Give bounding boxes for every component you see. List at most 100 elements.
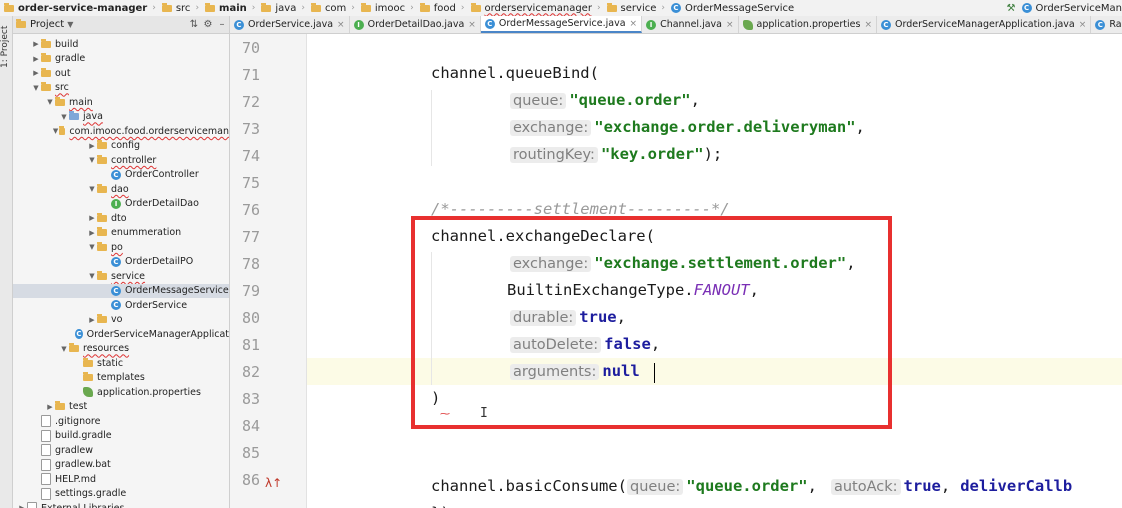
- folder-icon: [55, 96, 65, 106]
- hammer-icon[interactable]: ⚒: [1007, 3, 1016, 14]
- breadcrumb-item[interactable]: com ›: [307, 2, 357, 14]
- tree-item[interactable]: ▼ java: [13, 110, 229, 125]
- tree-item[interactable]: C OrderController: [13, 168, 229, 183]
- breadcrumb-item[interactable]: src ›: [158, 2, 201, 14]
- tree-item[interactable]: ▼ main: [13, 95, 229, 110]
- tree-item[interactable]: I OrderDetailDao: [13, 197, 229, 212]
- chevron-right-icon[interactable]: ▶: [87, 229, 97, 237]
- tree-item[interactable]: gradlew: [13, 443, 229, 458]
- code-line-87: }): [307, 500, 1122, 508]
- tool-window-stripe: 1: Project: [0, 16, 13, 508]
- editor-tab[interactable]: C OrderMessageService.java ×: [480, 16, 643, 33]
- chevron-down-icon[interactable]: ▼: [87, 156, 97, 164]
- chevron-down-icon[interactable]: ▼: [31, 84, 41, 92]
- tree-item[interactable]: C OrderDetailPO: [13, 255, 229, 270]
- editor-tab[interactable]: C OrderService.java ×: [230, 16, 350, 33]
- folder-icon: [261, 2, 272, 12]
- editor-tab[interactable]: CRabbitConfig.java×: [1091, 16, 1122, 33]
- string-literal: "queue.order": [686, 477, 808, 495]
- breadcrumb-item[interactable]: order-service-manager ›: [0, 2, 158, 14]
- chevron-right-icon[interactable]: ▶: [31, 55, 41, 63]
- tree-item[interactable]: ▼ service: [13, 269, 229, 284]
- close-icon[interactable]: ×: [630, 19, 638, 29]
- tree-item[interactable]: ▼ src: [13, 81, 229, 96]
- chevron-right-icon[interactable]: ▶: [31, 40, 41, 48]
- tree-item[interactable]: .gitignore: [13, 414, 229, 429]
- folder-icon: [97, 270, 107, 280]
- chevron-down-icon[interactable]: ▼: [87, 243, 97, 251]
- tree-item[interactable]: ▶ vo: [13, 313, 229, 328]
- breadcrumb-item[interactable]: imooc ›: [357, 2, 416, 14]
- tree-item[interactable]: ▶ enummeration: [13, 226, 229, 241]
- breadcrumb-label: service: [620, 2, 657, 14]
- tree-item[interactable]: gradlew.bat: [13, 458, 229, 473]
- chevron-down-icon[interactable]: ▼: [45, 98, 55, 106]
- param-hint: queue:: [510, 93, 567, 109]
- chevron-down-icon[interactable]: ▼: [87, 185, 97, 193]
- gradle-file-icon: [41, 487, 51, 500]
- tree-item[interactable]: C OrderServiceManagerApplicat: [13, 327, 229, 342]
- tree-item[interactable]: templates: [13, 371, 229, 386]
- breadcrumb-item[interactable]: food ›: [416, 2, 467, 14]
- gear-icon[interactable]: ⚙: [201, 19, 215, 30]
- project-tool-button[interactable]: 1: Project: [0, 22, 12, 72]
- tree-item-label: controller: [111, 154, 157, 166]
- breadcrumb-item[interactable]: orderservicemanager ›: [467, 2, 603, 14]
- tree-item[interactable]: C OrderMessageService: [13, 283, 229, 298]
- tree-item[interactable]: ▶ build: [13, 37, 229, 52]
- breadcrumb-item[interactable]: C OrderMessageService: [667, 3, 796, 14]
- navbar-run-config[interactable]: ⚒ C OrderServiceMan: [1002, 0, 1122, 16]
- tree-item[interactable]: ▼ resources: [13, 342, 229, 357]
- close-icon[interactable]: ×: [726, 20, 734, 30]
- editor-tab[interactable]: I OrderDetailDao.java ×: [350, 16, 481, 33]
- editor-tab[interactable]: C OrderServiceManagerApplication.java ×: [877, 16, 1092, 33]
- breadcrumb-label: OrderMessageService: [684, 2, 795, 14]
- override-marker-icon[interactable]: λ↑: [265, 476, 282, 490]
- tree-item[interactable]: ▼ dao: [13, 182, 229, 197]
- tree-item[interactable]: ▶ External Libraries: [13, 501, 229, 508]
- tree-item[interactable]: C OrderService: [13, 298, 229, 313]
- tab-label: Channel.java: [660, 19, 722, 30]
- tree-item[interactable]: ▼ com.imooc.food.orderserviceman: [13, 124, 229, 139]
- chevron-right-icon[interactable]: ▶: [87, 316, 97, 324]
- close-icon[interactable]: ×: [864, 20, 872, 30]
- project-panel-title[interactable]: Project: [30, 19, 64, 30]
- chevron-down-icon[interactable]: ▼: [59, 113, 69, 121]
- chevron-right-icon[interactable]: ▶: [87, 214, 97, 222]
- hide-icon[interactable]: –: [215, 19, 229, 30]
- close-icon[interactable]: ×: [337, 20, 345, 30]
- breadcrumb-item[interactable]: java ›: [257, 2, 307, 14]
- tree-item[interactable]: static: [13, 356, 229, 371]
- line-number: 76: [241, 201, 260, 219]
- tree-item[interactable]: ▶ dto: [13, 211, 229, 226]
- run-config-label[interactable]: OrderServiceMan: [1036, 3, 1122, 14]
- tree-item[interactable]: build.gradle: [13, 429, 229, 444]
- tree-item[interactable]: HELP.md: [13, 472, 229, 487]
- editor-tab[interactable]: I Channel.java ×: [642, 16, 739, 33]
- string-literal: "exchange.order.deliveryman": [594, 118, 856, 136]
- chevron-down-icon[interactable]: ▼: [52, 127, 59, 135]
- breadcrumb-item[interactable]: service ›: [603, 2, 667, 14]
- chevron-right-icon[interactable]: ▶: [87, 142, 97, 150]
- tree-item[interactable]: settings.gradle: [13, 487, 229, 502]
- editor-tab[interactable]: application.properties ×: [739, 16, 877, 33]
- collapse-all-icon[interactable]: ⇅: [187, 19, 201, 30]
- tree-item[interactable]: ▶ out: [13, 66, 229, 81]
- close-icon[interactable]: ×: [1079, 20, 1087, 30]
- chevron-right-icon[interactable]: ▶: [31, 69, 41, 77]
- tree-item[interactable]: ▼ controller: [13, 153, 229, 168]
- chevron-right-icon[interactable]: ▶: [45, 403, 55, 411]
- close-icon[interactable]: ×: [468, 20, 476, 30]
- chevron-down-icon[interactable]: ▼: [59, 345, 69, 353]
- chevron-right-icon[interactable]: ▶: [17, 504, 27, 508]
- line-number: 73: [241, 120, 260, 138]
- chevron-down-icon[interactable]: ▼: [67, 20, 73, 29]
- tree-item[interactable]: ▶ config: [13, 139, 229, 154]
- tree-item[interactable]: ▼ po: [13, 240, 229, 255]
- folder-icon: [205, 2, 216, 12]
- tree-item[interactable]: application.properties: [13, 385, 229, 400]
- tree-item[interactable]: ▶ gradle: [13, 52, 229, 67]
- breadcrumb-item[interactable]: main ›: [201, 2, 257, 14]
- tree-item[interactable]: ▶ test: [13, 400, 229, 415]
- chevron-down-icon[interactable]: ▼: [87, 272, 97, 280]
